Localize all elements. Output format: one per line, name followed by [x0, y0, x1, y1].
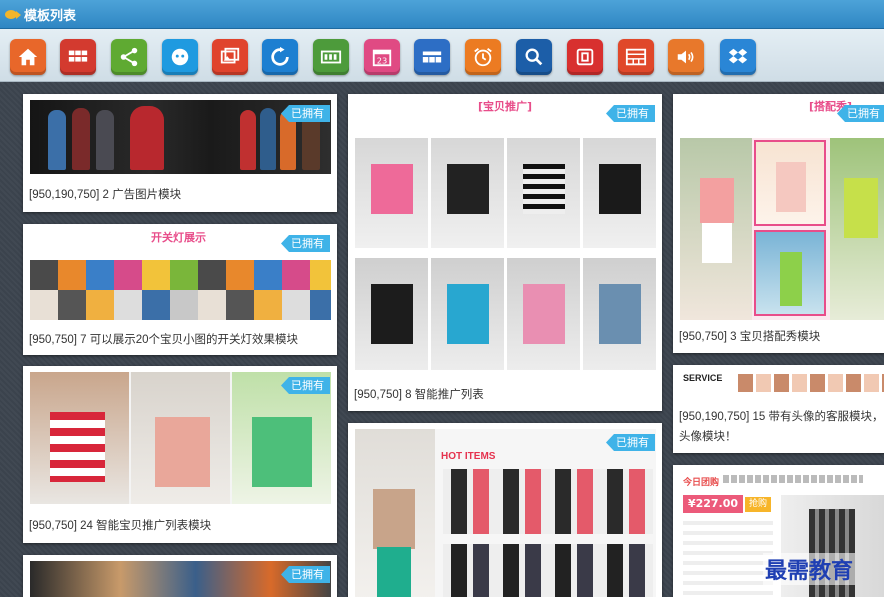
owned-badge: 已拥有 — [606, 434, 655, 451]
dropbox-icon[interactable] — [720, 39, 756, 75]
window-icon[interactable] — [618, 39, 654, 75]
template-card-smart-promo[interactable]: [宝贝推广] 已拥有 [950,750] 8 智能推广列表 — [348, 94, 662, 411]
calendar-day-label: 23 — [377, 55, 388, 65]
card-caption-line2: 头像模块！ — [679, 431, 737, 443]
buy-button[interactable]: 抢购 — [745, 497, 771, 512]
template-card-banner-ad[interactable]: 已拥有 [950,190,750] 2 广告图片模块 — [23, 94, 337, 212]
template-card-match-show[interactable]: [搭配秀] 已拥有 [950,750] 3 宝贝搭配秀模块 — [673, 94, 884, 353]
service-title: SERVICE — [683, 373, 723, 383]
template-card-promo-list[interactable]: 已拥有 [950,750] 24 智能宝贝推广列表模块 — [23, 366, 337, 543]
owned-badge: 已拥有 — [281, 105, 330, 122]
hot-items-title: HOT ITEMS — [441, 451, 496, 462]
owned-badge: 已拥有 — [837, 105, 884, 122]
alarm-icon[interactable] — [465, 39, 501, 75]
template-card-partial[interactable]: 已拥有 — [23, 555, 337, 597]
speaker-icon[interactable] — [668, 39, 704, 75]
card-caption: [950,750] 7 可以展示20个宝贝小图的开关灯效果模块 — [29, 334, 299, 346]
toolbar: 23 — [0, 29, 884, 82]
owned-badge: 已拥有 — [606, 105, 655, 122]
box-icon[interactable] — [567, 39, 603, 75]
banner-text — [170, 120, 240, 150]
grid-icon[interactable] — [60, 39, 96, 75]
card-caption-line1: [950,190,750] 15 带有头像的客服模块， — [679, 411, 884, 423]
face-icon[interactable] — [162, 39, 198, 75]
card-preview-title: [宝贝推广] — [478, 100, 533, 113]
match-show-preview-image — [680, 138, 884, 320]
card-caption: [950,750] 3 宝贝搭配秀模块 — [679, 331, 821, 343]
group-buy-price: ¥227.00 — [683, 495, 743, 513]
fish-logo-icon — [5, 9, 21, 19]
refresh-icon[interactable] — [262, 39, 298, 75]
film-icon[interactable] — [313, 39, 349, 75]
owned-badge: 已拥有 — [281, 566, 330, 583]
smart-promo-preview-image — [355, 138, 656, 370]
group-buy-title: 今日团购 — [683, 478, 720, 488]
watermark-text: 最需教育 — [763, 553, 856, 585]
layout-icon[interactable] — [414, 39, 450, 75]
card-preview-title: 开关灯展示 — [151, 231, 206, 244]
picture-icon[interactable] — [212, 39, 248, 75]
service-preview-image: SERVICE — [680, 369, 884, 397]
owned-badge: 已拥有 — [281, 235, 330, 252]
card-caption: [950,750] 24 智能宝贝推广列表模块 — [29, 520, 212, 532]
calendar-icon[interactable]: 23 — [364, 39, 400, 75]
share-icon[interactable] — [111, 39, 147, 75]
window-titlebar: 模板列表 — [0, 0, 884, 29]
card-caption: [950,190,750] 2 广告图片模块 — [29, 189, 182, 201]
hot-items-preview-image: HOT ITEMS — [355, 429, 656, 597]
card-caption: [950,750] 8 智能推广列表 — [354, 389, 484, 401]
home-icon[interactable] — [10, 39, 46, 75]
template-card-service-avatars[interactable]: SERVICE [950,190,750] 15 带有头像的客服模块， 头像模块… — [673, 365, 884, 453]
template-card-hot-items[interactable]: HOT ITEMS 已拥有 — [348, 423, 662, 597]
window-title: 模板列表 — [24, 8, 77, 24]
promo-preview-image — [30, 372, 331, 504]
template-card-light-switch[interactable]: 开关灯展示 已拥有 [950,750] 7 可以展示20个宝贝小图的开关灯效果模… — [23, 224, 337, 355]
owned-badge: 已拥有 — [281, 377, 330, 394]
search-icon[interactable] — [516, 39, 552, 75]
switch-preview-image — [30, 260, 331, 320]
